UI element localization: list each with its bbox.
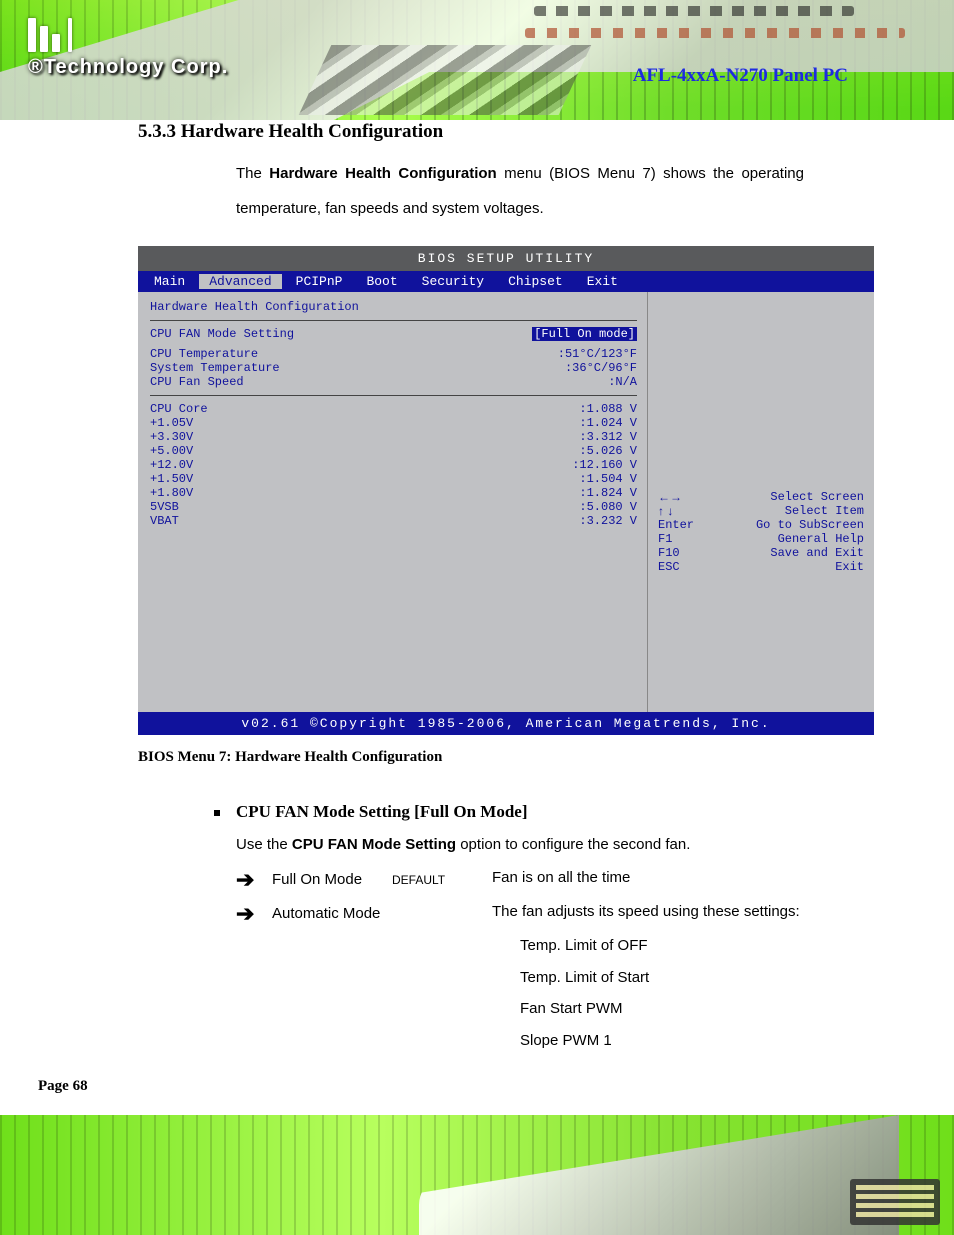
bios-tab-security: Security [412, 274, 494, 289]
option-item-automatic: ➔ Automatic Mode The fan adjusts its spe… [236, 903, 914, 1056]
option-default-badge [392, 903, 492, 907]
bios-footer-bar: v02.61 ©Copyright 1985-2006, American Me… [138, 712, 874, 735]
legend-key: Enter [658, 518, 694, 532]
legend-key: F10 [658, 546, 680, 560]
bios-subheading: Hardware Health Configuration [150, 300, 637, 314]
document-title: AFL-4xxA-N270 Panel PC [40, 65, 914, 87]
sub-item: Temp. Limit of OFF [520, 930, 914, 962]
legend-desc: Exit [827, 560, 864, 574]
figure-caption: BIOS Menu 7: Hardware Health Configurati… [138, 749, 914, 766]
bios-screenshot: BIOS SETUP UTILITY Main Advanced PCIPnP … [138, 246, 874, 735]
arrow-right-icon: ➔ [236, 903, 272, 925]
bios-tab-boot: Boot [356, 274, 407, 289]
intro-bold: Hardware Health Configuration [269, 165, 496, 182]
bios-row-150v: +1.50V:1.504 V [150, 472, 637, 486]
bios-tab-advanced: Advanced [199, 274, 281, 289]
arrow-right-icon: ➔ [236, 869, 272, 891]
bios-tab-main: Main [144, 274, 195, 289]
bios-title-bar: BIOS SETUP UTILITY [138, 246, 874, 271]
sub-item: Temp. Limit of Start [520, 962, 914, 994]
option-key: Automatic Mode [272, 903, 392, 922]
bios-row-systemp: System Temperature:36°C/96°F [150, 361, 637, 375]
legend-desc: Go to SubScreen [748, 518, 864, 532]
bios-row-120v: +12.0V:12.160 V [150, 458, 637, 472]
bios-row-fanmode: CPU FAN Mode Setting [Full On mode] [150, 327, 637, 341]
legend-desc: Select Item [777, 504, 864, 518]
sub-item: Fan Start PWM [520, 993, 914, 1025]
bios-row-cpucore: CPU Core:1.088 V [150, 402, 637, 416]
section-intro: The Hardware Health Configuration menu (… [236, 157, 804, 226]
bios-row-5vsb: 5VSB:5.080 V [150, 500, 637, 514]
legend-key: F1 [658, 532, 672, 546]
legend-key: ESC [658, 560, 680, 574]
legend-key: ←→ [658, 490, 682, 504]
legend-desc: Save and Exit [762, 546, 864, 560]
legend-desc: Select Screen [762, 490, 864, 504]
bios-right-pane: ←→ Select Screen ↑ ↓ Select Item Enter Go t… [648, 292, 874, 712]
bios-row-330v: +3.30V:3.312 V [150, 430, 637, 444]
option-heading: CPU FAN Mode Setting [Full On Mode] [236, 802, 914, 822]
option-desc: The fan adjusts its speed using these se… [492, 903, 914, 1056]
footer-decoration [0, 1115, 954, 1235]
option-table: ➔ Full On Mode DEFAULT Fan is on all the… [236, 869, 914, 1056]
sub-item: Slope PWM 1 [520, 1025, 914, 1057]
option-description: Use the CPU FAN Mode Setting option to c… [236, 836, 804, 853]
legend-key: ↑ ↓ [658, 504, 673, 518]
bios-tab-pcipnp: PCIPnP [286, 274, 353, 289]
section-heading: 5.3.3 Hardware Health Configuration [138, 121, 914, 143]
intro-prefix: The [236, 165, 269, 182]
bios-row-vbat: VBAT:3.232 V [150, 514, 637, 528]
option-sublist: Temp. Limit of OFF Temp. Limit of Start … [520, 930, 914, 1056]
page-number: Page 68 [38, 1078, 88, 1095]
bios-tab-exit: Exit [577, 274, 628, 289]
legend-desc: General Help [770, 532, 864, 546]
bios-tab-row: Main Advanced PCIPnP Boot Security Chips… [138, 271, 874, 292]
bios-tab-chipset: Chipset [498, 274, 573, 289]
bios-row-fanspeed: CPU Fan Speed:N/A [150, 375, 637, 389]
option-item-full-on: ➔ Full On Mode DEFAULT Fan is on all the… [236, 869, 914, 891]
option-default-badge: DEFAULT [392, 869, 492, 887]
bios-row-val: [Full On mode] [532, 327, 637, 341]
bios-row-key: CPU FAN Mode Setting [150, 327, 294, 341]
bios-left-pane: Hardware Health Configuration CPU FAN Mo… [138, 292, 648, 712]
option-key: Full On Mode [272, 869, 392, 888]
bios-legend: ←→ Select Screen ↑ ↓ Select Item Enter Go t… [658, 490, 864, 574]
option-desc: Fan is on all the time [492, 869, 914, 886]
bios-row-500v: +5.00V:5.026 V [150, 444, 637, 458]
bios-row-cputemp: CPU Temperature:51°C/123°F [150, 347, 637, 361]
bios-row-105v: +1.05V:1.024 V [150, 416, 637, 430]
logo-mark [28, 18, 228, 52]
bios-row-180v: +1.80V:1.824 V [150, 486, 637, 500]
